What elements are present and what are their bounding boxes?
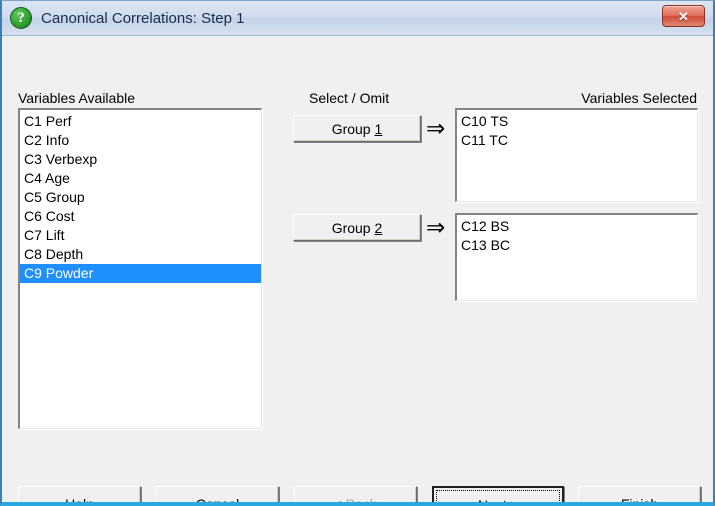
list-item[interactable]: C1 Perf — [20, 112, 261, 131]
cancel-accel: C — [195, 495, 206, 506]
dialog-window: ? Canonical Correlations: Step 1 ✕ Varia… — [0, 0, 715, 506]
help-accel: H — [65, 495, 76, 506]
title-bar: ? Canonical Correlations: Step 1 ✕ — [2, 1, 713, 36]
list-item[interactable]: C2 Info — [20, 131, 261, 150]
list-item[interactable]: C9 Powder — [20, 264, 261, 283]
group-2-label: Group — [331, 219, 375, 236]
group-1-arrow-icon: ⇒ — [426, 116, 446, 142]
back-button: ≤ Back — [294, 486, 417, 506]
group-1-accel: 1 — [374, 120, 383, 137]
help-question-icon: ? — [10, 7, 32, 29]
cancel-button[interactable]: Cancel — [156, 486, 279, 506]
list-item[interactable]: C7 Lift — [20, 226, 261, 245]
help-button[interactable]: Help — [18, 486, 141, 506]
list-item[interactable]: C6 Cost — [20, 207, 261, 226]
list-item[interactable]: C13 BC — [457, 236, 697, 255]
variables-available-label: Variables Available — [18, 90, 136, 106]
group-1-button[interactable]: Group 1 — [293, 115, 421, 142]
group-2-button[interactable]: Group 2 — [293, 214, 421, 241]
next-label: Next ≥ — [477, 496, 519, 506]
list-item[interactable]: C4 Age — [20, 169, 261, 188]
variables-selected-label: Variables Selected — [581, 90, 697, 106]
list-item[interactable]: C12 BS — [457, 217, 697, 236]
group-1-label: Group — [331, 120, 375, 137]
variables-available-listbox[interactable]: C1 Perf C2 Info C3 Verbexp C4 Age C5 Group C6… — [18, 108, 262, 429]
list-item[interactable]: C10 TS — [457, 112, 697, 131]
close-icon: ✕ — [678, 8, 689, 24]
group-2-arrow-icon: ⇒ — [426, 215, 446, 241]
group-1-selected-listbox[interactable]: C10 TS C11 TC — [455, 108, 698, 202]
close-button[interactable]: ✕ — [662, 5, 705, 27]
window-title: Canonical Correlations: Step 1 — [41, 9, 245, 27]
next-button[interactable]: Next ≥ — [432, 486, 564, 506]
back-label: ≤ Back — [334, 495, 377, 506]
list-item[interactable]: C11 TC — [457, 131, 697, 150]
dialog-body: Variables Available C1 Perf C2 Info C3 Ver… — [2, 36, 713, 506]
group-2-selected-listbox[interactable]: C12 BS C13 BC — [455, 213, 698, 301]
list-item[interactable]: C5 Group — [20, 188, 261, 207]
select-omit-label: Select / Omit — [309, 90, 390, 106]
help-label: elp — [75, 495, 94, 506]
group-2-accel: 2 — [374, 219, 383, 236]
cancel-label: ancel — [205, 495, 240, 506]
finish-label: inish — [629, 495, 659, 506]
list-item[interactable]: C8 Depth — [20, 245, 261, 264]
list-item[interactable]: C3 Verbexp — [20, 150, 261, 169]
finish-button[interactable]: Finish — [578, 486, 701, 506]
